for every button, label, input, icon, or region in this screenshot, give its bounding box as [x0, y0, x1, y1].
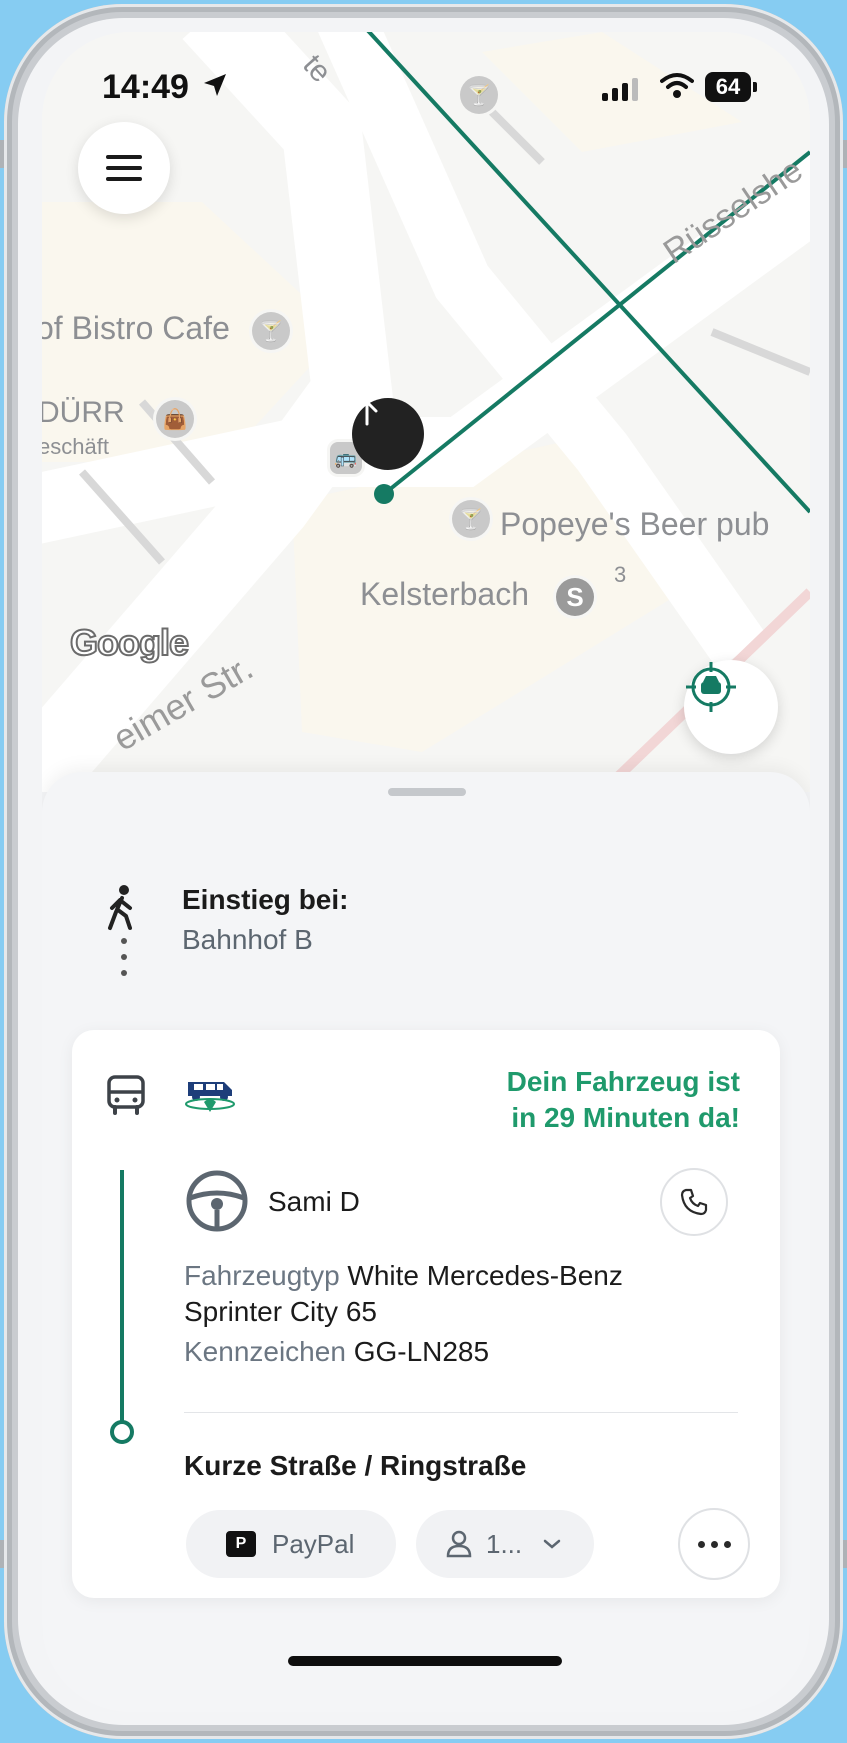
- eta-line: in 29 Minuten da!: [511, 1102, 740, 1133]
- payment-label: PayPal: [272, 1528, 355, 1559]
- eta-message: Dein Fahrzeug ist in 29 Minuten da!: [440, 1064, 740, 1136]
- plate-label: Kennzeichen: [184, 1336, 346, 1367]
- steering-wheel-icon: [186, 1170, 248, 1232]
- shuttle-bus-icon: [107, 1075, 145, 1115]
- sheet-drag-handle[interactable]: [388, 788, 466, 796]
- boarding-label: Einstieg bei:: [182, 884, 349, 915]
- google-logo: Google: [69, 621, 190, 664]
- more-options-button[interactable]: [678, 1508, 750, 1580]
- map-label-platform: 3: [614, 562, 627, 587]
- locate-vehicle-button[interactable]: [684, 660, 778, 754]
- shopping-bag-icon[interactable]: 👜: [156, 400, 194, 438]
- app-screen: te Rüsselshe of Bistro Cafe 🍸 DÜRR eschä…: [42, 32, 810, 1712]
- call-driver-button[interactable]: [660, 1168, 728, 1236]
- arrow-up-icon: [356, 400, 378, 426]
- paypal-icon: P: [226, 1531, 256, 1557]
- vehicle-type-label: Fahrzeugtyp: [184, 1260, 340, 1291]
- passenger-count-label: 1...: [486, 1528, 523, 1559]
- cellular-signal-icon: [602, 78, 638, 101]
- plate-row: Kennzeichen GG-LN285: [184, 1334, 704, 1370]
- vehicle-target-icon: [686, 662, 736, 712]
- walking-icon: [108, 885, 132, 930]
- phone-side-button: [0, 140, 4, 168]
- phone-side-button: [843, 140, 847, 168]
- boarding-stop: Bahnhof B: [182, 924, 313, 955]
- phone-side-button: [843, 1540, 847, 1568]
- ride-card: Dein Fahrzeug ist in 29 Minuten da! Sami…: [72, 1030, 780, 1598]
- s-bahn-icon[interactable]: S: [556, 578, 594, 616]
- more-icon: [697, 1540, 705, 1548]
- current-position-marker[interactable]: [352, 398, 424, 470]
- wifi-icon: [660, 73, 694, 98]
- map-label-geschaeft: eschäft: [42, 434, 109, 459]
- eta-line: Dein Fahrzeug ist: [506, 1066, 740, 1097]
- hamburger-icon: [106, 155, 142, 159]
- driver-name: Sami D: [268, 1186, 360, 1217]
- phone-icon: [680, 1188, 708, 1216]
- menu-button[interactable]: [78, 122, 170, 214]
- plate-value: GG-LN285: [353, 1336, 490, 1367]
- divider: [184, 1412, 738, 1413]
- route-line: [120, 1170, 124, 1424]
- bar-icon[interactable]: 🍸: [252, 312, 290, 350]
- status-bar: 14:49 64: [42, 32, 810, 142]
- vehicle-type-row: Fahrzeugtyp White Mercedes-Benz Sprinter…: [184, 1258, 704, 1330]
- destination-stop: Kurze Straße / Ringstraße: [184, 1450, 527, 1481]
- vehicle-info: Fahrzeugtyp White Mercedes-Benz Sprinter…: [184, 1258, 704, 1370]
- vehicle-tracking-icon: [185, 1082, 235, 1112]
- passenger-count-dropdown[interactable]: 1...: [416, 1510, 594, 1578]
- home-indicator[interactable]: [288, 1656, 562, 1666]
- trip-bottom-sheet[interactable]: Einstieg bei: Bahnhof B Dein Fahrzeug is…: [42, 772, 810, 1712]
- map-label-popeye: Popeye's Beer pub: [500, 506, 770, 542]
- map-label-durr: DÜRR: [42, 396, 125, 429]
- battery-icon: 64: [705, 72, 751, 102]
- map-label-kelsterbach: Kelsterbach: [360, 576, 529, 612]
- chevron-down-icon: [543, 1539, 561, 1549]
- phone-side-button: [0, 1540, 4, 1568]
- bar-icon[interactable]: 🍸: [452, 500, 490, 538]
- map-label-bistro: of Bistro Cafe: [42, 310, 230, 346]
- route-dots: [121, 938, 127, 976]
- destination-dot: [110, 1420, 134, 1444]
- payment-method-button[interactable]: P PayPal: [186, 1510, 396, 1578]
- status-time: 14:49: [102, 68, 189, 106]
- person-icon: [446, 1530, 472, 1558]
- battery-tip: [753, 82, 757, 92]
- location-arrow-icon: [204, 74, 226, 96]
